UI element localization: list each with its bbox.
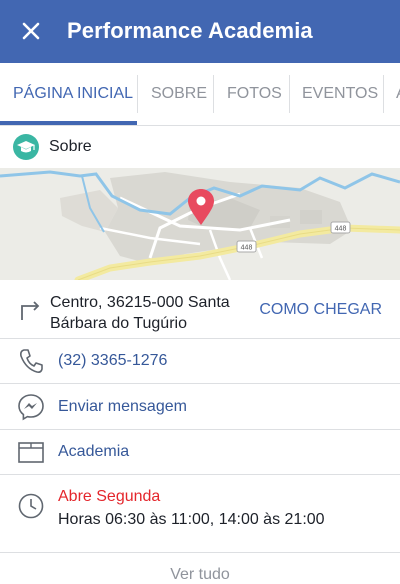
address-line-2: Bárbara do Tugúrio [50,315,187,332]
hours-text: Horas 06:30 às 11:00, 14:00 às 21:00 [58,511,325,528]
tab-divider [289,75,290,113]
active-tab-indicator [0,121,137,125]
directions-icon [21,301,40,320]
graduation-cap-icon [13,134,39,160]
map-image: 448 448 [0,168,400,280]
about-section-header: Sobre [0,126,400,168]
tab-home[interactable]: PÁGINA INICIAL [13,63,133,125]
close-button[interactable] [14,14,48,48]
tab-divider [137,75,138,113]
tab-events[interactable]: EVENTOS [302,63,378,125]
category-row[interactable]: Academia [0,430,400,475]
phone-number[interactable]: (32) 3365-1276 [58,352,167,370]
address-text: Centro, 36215-000 Santa Bárbara do Tugúr… [50,292,230,334]
hours-status: Abre Segunda [58,488,161,505]
location-map[interactable]: 448 448 [0,168,400,280]
clock-icon [18,493,44,519]
hours-row: Abre Segunda Horas 06:30 às 11:00, 14:00… [0,475,400,553]
messenger-icon [18,394,44,421]
category-icon [18,442,44,463]
tab-photos[interactable]: FOTOS [227,63,282,125]
address-line-1: Centro, 36215-000 Santa [50,294,230,311]
tab-about[interactable]: SOBRE [151,63,207,125]
address-row: Centro, 36215-000 Santa Bárbara do Tugúr… [0,281,400,339]
get-directions-button[interactable]: COMO CHEGAR [259,301,382,319]
tab-divider [383,75,384,113]
tab-more[interactable]: A [396,63,400,125]
map-road-label: 448 [241,245,253,252]
category-link[interactable]: Academia [58,443,129,461]
tab-bar: PÁGINA INICIAL SOBRE FOTOS EVENTOS A [0,63,400,126]
tab-divider [213,75,214,113]
about-label: Sobre [49,138,92,155]
phone-row[interactable]: (32) 3365-1276 [0,339,400,384]
map-road-label: 448 [335,226,347,233]
page-title: Performance Academia [67,18,313,43]
phone-icon [20,349,43,373]
send-message-link[interactable]: Enviar mensagem [58,398,187,416]
see-all-link[interactable]: Ver tudo [0,566,400,584]
message-row[interactable]: Enviar mensagem [0,384,400,430]
page-header: Performance Academia [0,0,400,63]
close-icon [22,22,40,40]
